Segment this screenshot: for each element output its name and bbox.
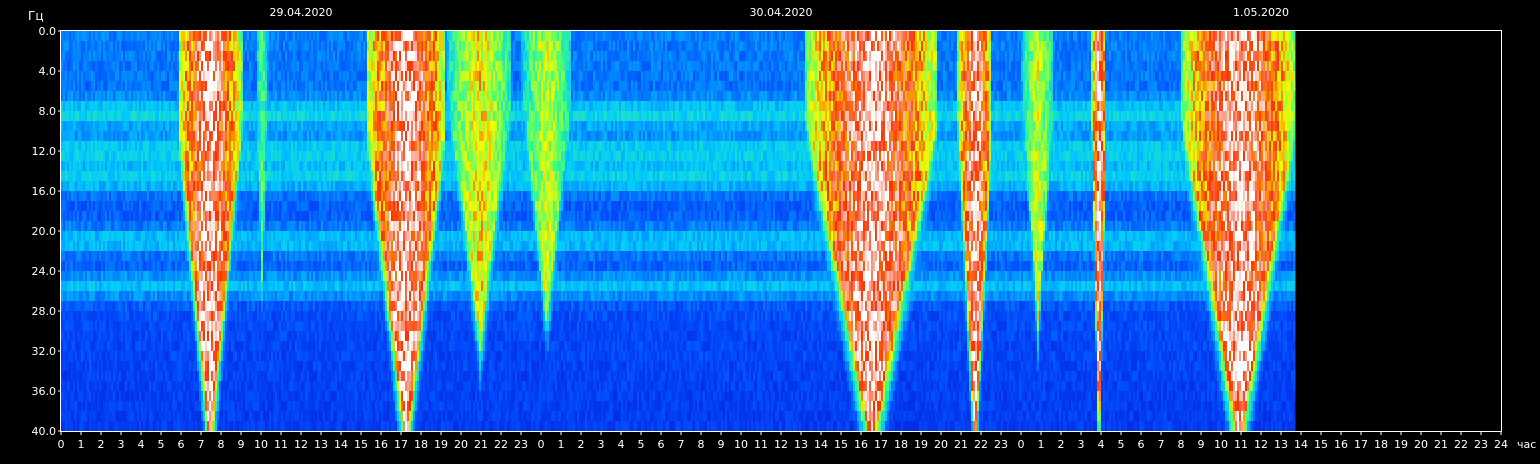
spectrogram-chart: Гц час 0.04.08.012.016.020.024.028.032.0… — [0, 0, 1540, 460]
heatmap-cells — [61, 31, 1296, 432]
plot-area — [60, 30, 1502, 432]
